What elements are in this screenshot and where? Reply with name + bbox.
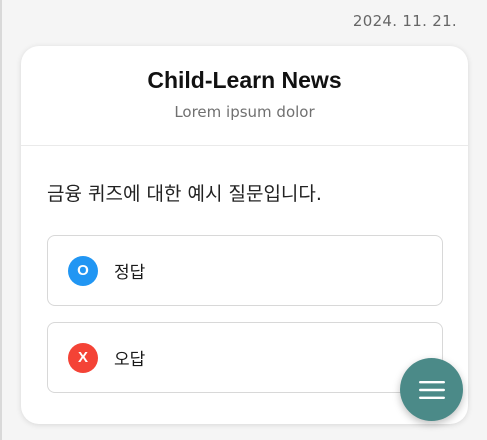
menu-icon bbox=[418, 380, 445, 399]
x-badge-icon: X bbox=[68, 342, 98, 373]
o-badge-icon: O bbox=[68, 255, 98, 286]
quiz-card: Child-Learn News Lorem ipsum dolor 금융 퀴즈… bbox=[21, 46, 468, 424]
page-subtitle: Lorem ipsum dolor bbox=[174, 103, 315, 121]
card-header: Child-Learn News Lorem ipsum dolor bbox=[21, 46, 468, 146]
answer-option-correct[interactable]: O 정답 bbox=[47, 235, 443, 306]
date-label: 2024. 11. 21. bbox=[352, 12, 457, 30]
answer-option-label: 오답 bbox=[114, 350, 146, 370]
page-left-border bbox=[0, 0, 2, 440]
quiz-question: 금융 퀴즈에 대한 예시 질문입니다. bbox=[47, 183, 322, 205]
answer-option-label: 정답 bbox=[114, 263, 146, 283]
page-title: Child-Learn News bbox=[147, 67, 342, 93]
menu-fab-button[interactable] bbox=[400, 358, 463, 421]
answer-option-wrong[interactable]: X 오답 bbox=[47, 322, 443, 393]
